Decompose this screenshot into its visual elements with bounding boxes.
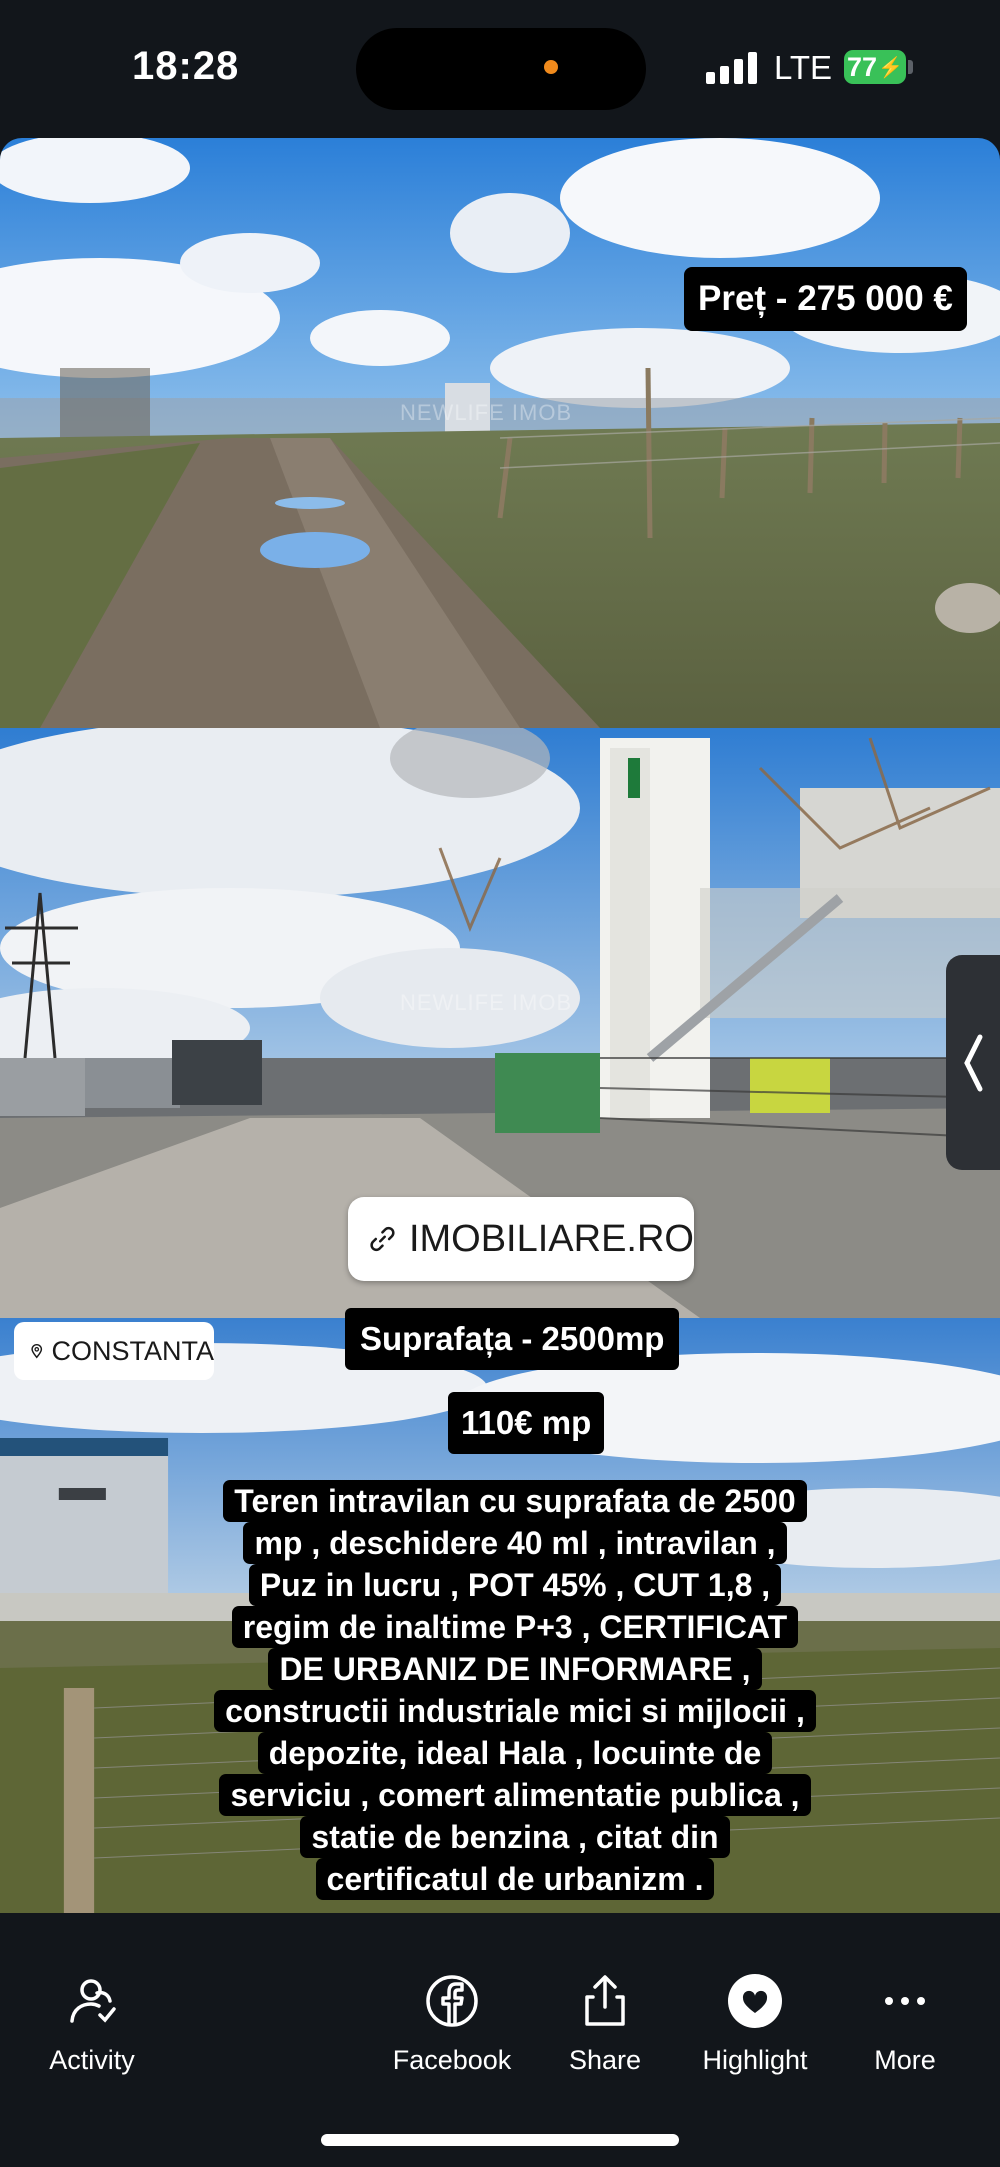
description-line: mp , deschidere 40 ml , intravilan ,	[243, 1522, 787, 1564]
location-sticker-text: CONSTANTA	[51, 1335, 214, 1366]
description-line: certificatul de urbanizm .	[315, 1858, 715, 1900]
activity-button[interactable]: Activity	[17, 1973, 167, 2076]
description-line: DE URBANIZ DE INFORMARE ,	[268, 1648, 762, 1690]
story-photo-road: NEWLIFE IMOB	[0, 138, 1000, 728]
more-label: More	[874, 2045, 936, 2075]
story-toolbar: Activity Facebook Share Highlight More	[0, 1913, 1000, 2167]
camera-indicator-icon	[544, 60, 558, 74]
surface-label: Suprafața - 2500mp	[345, 1308, 680, 1370]
description-line: regim de inaltime P+3 , CERTIFICAT	[231, 1606, 799, 1648]
share-button[interactable]: Share	[530, 1973, 680, 2076]
status-bar: 18:28 LTE 77 ⚡	[0, 0, 1000, 135]
description-line: Puz in lucru , POT 45% , CUT 1,8 ,	[248, 1564, 782, 1606]
description-line: constructii industriale mici si mijlocii…	[214, 1690, 816, 1732]
dynamic-island	[356, 28, 646, 110]
status-time: 18:28	[132, 44, 240, 88]
link-sticker-text: IMOBILIARE.RO	[408, 1217, 694, 1260]
battery-icon: 77 ⚡	[844, 50, 906, 84]
description-line: serviciu , comert alimentatie publica ,	[219, 1774, 811, 1816]
facebook-button[interactable]: Facebook	[377, 1973, 527, 2076]
price-label: Preț - 275 000 €	[684, 267, 967, 331]
more-button[interactable]: More	[830, 1973, 980, 2076]
location-pin-icon	[31, 1344, 43, 1359]
share-label: Share	[568, 2045, 642, 2075]
highlight-button[interactable]: Highlight	[680, 1973, 830, 2076]
network-type: LTE	[774, 49, 833, 86]
link-icon	[370, 1226, 395, 1252]
facebook-icon	[426, 1975, 478, 2027]
photo-watermark: NEWLIFE IMOB	[400, 400, 573, 425]
battery-level: 77	[847, 51, 878, 82]
imobiliare-link-sticker[interactable]: IMOBILIARE.RO	[348, 1197, 694, 1281]
facebook-label: Facebook	[392, 2045, 512, 2075]
price-per-m2-label: 110€ mp	[448, 1392, 605, 1454]
photo-watermark: NEWLIFE IMOB	[400, 990, 573, 1015]
description-line: statie de benzina , citat din	[300, 1816, 730, 1858]
description-line: Teren intravilan cu suprafata de 2500	[223, 1480, 807, 1522]
side-panel-handle[interactable]	[946, 955, 1000, 1170]
more-icon	[885, 1997, 925, 2005]
highlight-heart-icon	[728, 1974, 782, 2028]
description-block: Teren intravilan cu suprafata de 2500 mp…	[150, 1480, 880, 1900]
home-indicator[interactable]	[321, 2134, 679, 2146]
activity-label: Activity	[49, 2045, 135, 2075]
cellular-signal-icon	[706, 52, 758, 84]
share-icon	[585, 1975, 625, 2026]
description-line: depozite, ideal Hala , locuinte de	[257, 1732, 773, 1774]
activity-icon	[70, 1979, 116, 2023]
chevron-left-icon	[964, 1034, 983, 1091]
location-sticker[interactable]: CONSTANTA	[14, 1322, 214, 1380]
battery-cap	[908, 60, 913, 74]
highlight-label: Highlight	[702, 2045, 808, 2075]
